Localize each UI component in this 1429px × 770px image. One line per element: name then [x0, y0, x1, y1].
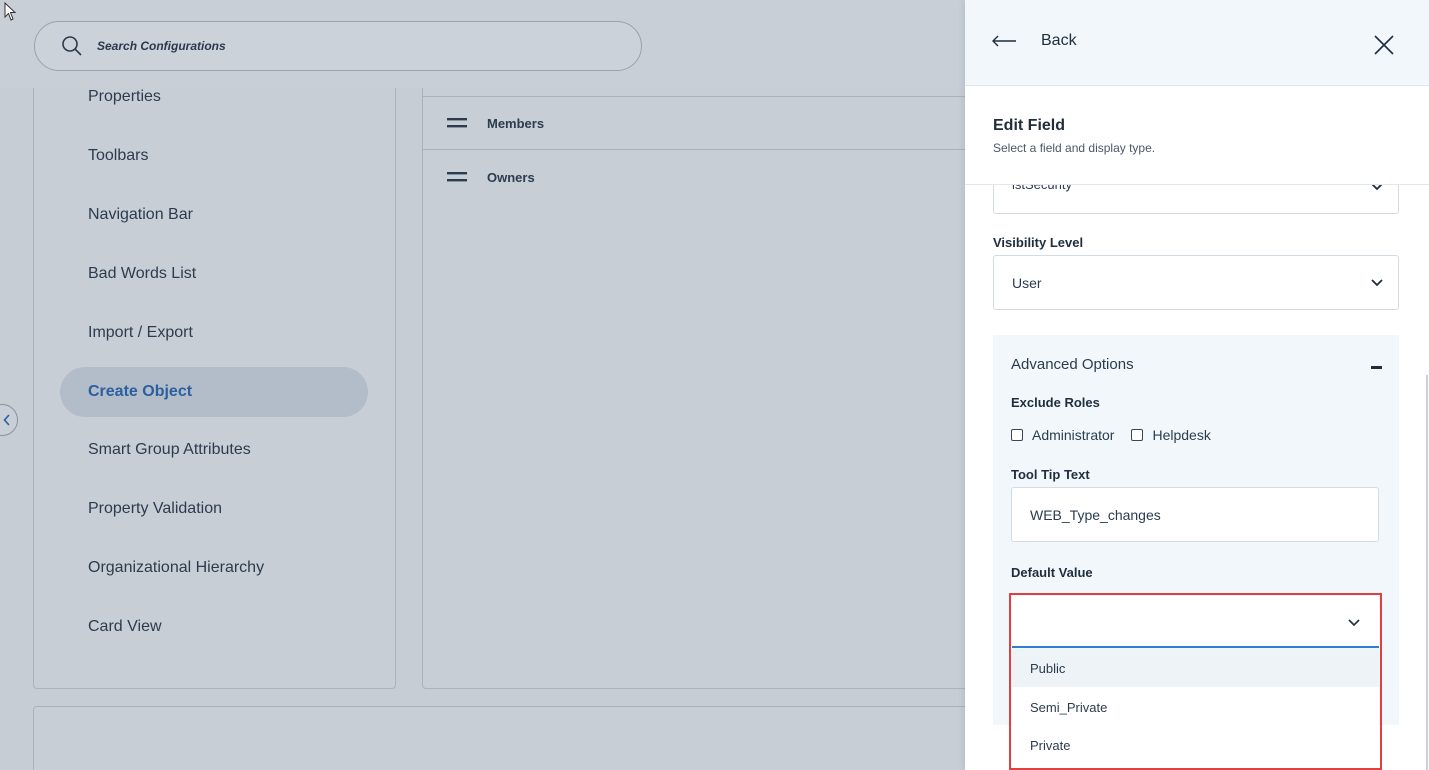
chevron-down-icon: [1372, 185, 1382, 190]
chevron-left-icon: [3, 414, 10, 426]
tooltip-text-label: Tool Tip Text: [1011, 467, 1090, 482]
visibility-level-value: User: [1012, 274, 1042, 291]
option-private[interactable]: Private: [1012, 726, 1379, 764]
option-semi-private[interactable]: Semi_Private: [1012, 688, 1379, 726]
sidebar-item-properties[interactable]: Properties: [88, 88, 161, 106]
default-value-label: Default Value: [1011, 565, 1093, 580]
field-select-value: lstSecurity: [1012, 185, 1072, 192]
default-value-select[interactable]: [1012, 596, 1379, 648]
sidebar-collapse-button[interactable]: [0, 404, 18, 436]
back-label: Back: [1041, 32, 1077, 49]
sidebar-item-import-export[interactable]: Import / Export: [88, 324, 193, 342]
sidebar-item-organizational-hierarchy[interactable]: Organizational Hierarchy: [88, 559, 264, 577]
visibility-level-select[interactable]: User: [993, 255, 1399, 310]
mouse-cursor-icon: [4, 2, 17, 21]
visibility-level-label: Visibility Level: [993, 235, 1084, 250]
drawer-title: Edit Field: [993, 117, 1065, 134]
sidebar-item-navigation-bar[interactable]: Navigation Bar: [88, 206, 193, 224]
bottom-panel: [33, 706, 983, 770]
collapse-minus-icon[interactable]: [1371, 366, 1382, 369]
administrator-label[interactable]: Administrator: [1032, 427, 1114, 443]
back-button[interactable]: Back: [991, 32, 1077, 50]
administrator-checkbox[interactable]: [1011, 429, 1023, 441]
configuration-sidebar: Properties Toolbars Navigation Bar Bad W…: [33, 88, 396, 689]
advanced-options-title: Advanced Options: [1011, 356, 1134, 373]
sidebar-item-smart-group-attributes[interactable]: Smart Group Attributes: [88, 441, 251, 459]
drag-handle-icon[interactable]: [447, 172, 467, 182]
exclude-roles-options: Administrator Helpdesk: [1011, 427, 1228, 443]
search-input[interactable]: [97, 39, 597, 53]
field-list-panel: Members Owners: [422, 88, 983, 689]
search-box[interactable]: [34, 21, 642, 71]
sidebar-item-bad-words-list[interactable]: Bad Words List: [88, 265, 196, 283]
arrow-left-icon: [992, 35, 1016, 47]
sidebar-item-card-view[interactable]: Card View: [88, 618, 162, 636]
field-row-label: Owners: [487, 169, 535, 185]
sidebar-item-property-validation[interactable]: Property Validation: [88, 500, 222, 518]
exclude-roles-label: Exclude Roles: [1011, 395, 1100, 410]
option-public[interactable]: Public: [1012, 649, 1379, 687]
search-icon: [62, 36, 82, 56]
close-icon[interactable]: [1373, 34, 1395, 56]
chevron-down-icon: [1371, 278, 1383, 286]
field-row-label: Members: [487, 115, 545, 131]
sidebar-item-create-object[interactable]: Create Object: [60, 367, 368, 417]
sidebar-item-toolbars[interactable]: Toolbars: [88, 147, 148, 165]
helpdesk-label[interactable]: Helpdesk: [1152, 427, 1210, 443]
default-value-options: Public Semi_Private Private: [1012, 649, 1379, 770]
drag-handle-icon[interactable]: [447, 118, 467, 128]
drawer-subtitle: Select a field and display type.: [993, 141, 1156, 155]
drawer-scrollbar[interactable]: [1426, 375, 1428, 770]
field-row-owners[interactable]: Owners: [423, 150, 983, 204]
helpdesk-checkbox[interactable]: [1131, 429, 1144, 441]
field-row-members[interactable]: Members: [423, 96, 983, 150]
chevron-down-icon: [1348, 619, 1360, 627]
tooltip-text-input[interactable]: [1011, 487, 1379, 542]
field-select[interactable]: lstSecurity: [993, 185, 1399, 214]
drawer-header: Back: [965, 0, 1429, 86]
